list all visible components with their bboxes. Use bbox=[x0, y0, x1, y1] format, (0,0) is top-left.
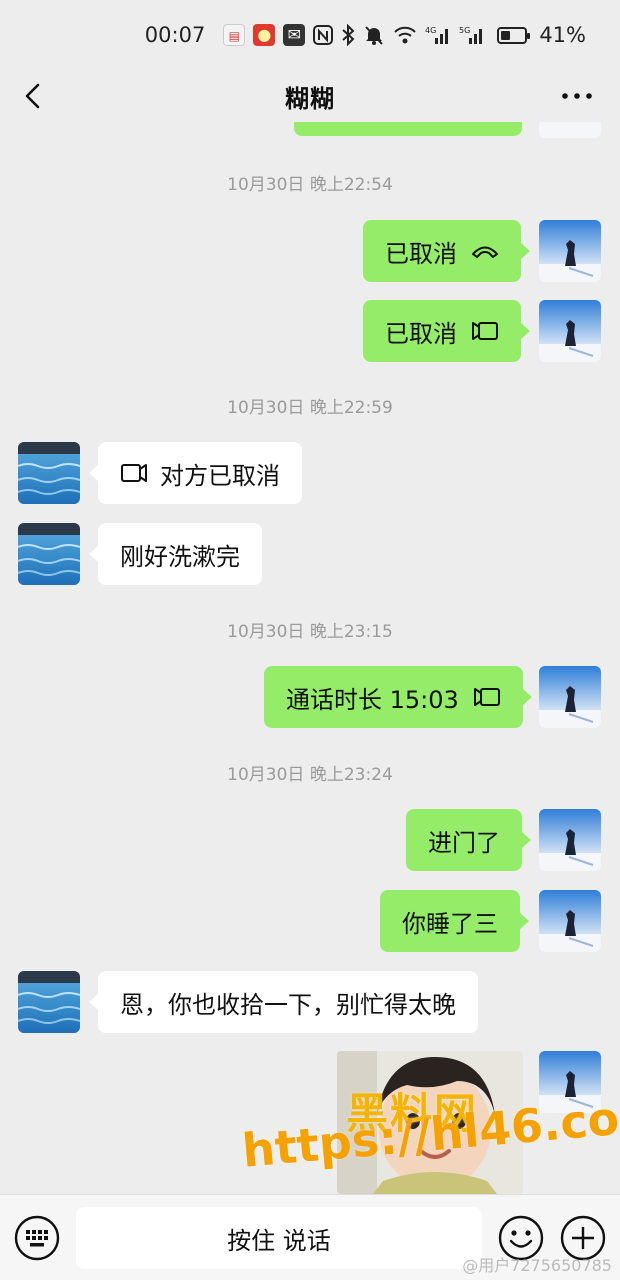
timestamp: 10月30日 晚上22:54 bbox=[227, 175, 393, 195]
voice-call-icon bbox=[472, 246, 498, 258]
signal-tag-4g: 4G bbox=[425, 26, 436, 35]
chat-header: 糊糊 bbox=[0, 70, 620, 122]
avatar-me bbox=[539, 122, 601, 138]
message-text: 刚好洗漱完 bbox=[120, 542, 240, 571]
bluetooth-icon bbox=[341, 23, 355, 47]
more-dots-icon[interactable] bbox=[560, 82, 594, 110]
message-bubble-partial bbox=[294, 122, 522, 136]
hold-to-talk-button[interactable]: 按住 说话 bbox=[76, 1207, 482, 1269]
avatar-contact[interactable] bbox=[18, 523, 80, 585]
call-message-bubble[interactable]: 已取消 bbox=[363, 220, 530, 282]
timestamp: 10月30日 晚上23:24 bbox=[227, 765, 393, 785]
video-call-icon bbox=[472, 322, 498, 340]
message-text: 通话时长 15:03 bbox=[286, 685, 459, 714]
status-time: 00:07 bbox=[144, 23, 206, 47]
avatar-me bbox=[539, 666, 601, 728]
timestamp: 10月30日 晚上23:15 bbox=[227, 622, 393, 642]
status-bar: 00:07 ▤ ● ✉ 4G 5G 41% bbox=[0, 0, 620, 70]
avatar-contact[interactable] bbox=[18, 442, 80, 504]
message-text: 对方已取消 bbox=[160, 461, 280, 490]
text-message-bubble[interactable]: 刚好洗漱完 bbox=[89, 523, 262, 585]
signal-icon: 4G bbox=[425, 24, 451, 46]
avatar-me bbox=[539, 220, 601, 282]
avatar-me bbox=[539, 809, 601, 871]
avatar-contact[interactable] bbox=[18, 971, 80, 1033]
avatar-me bbox=[539, 890, 601, 952]
avatar-me bbox=[539, 300, 601, 362]
credit-text: @用户7275650785 bbox=[462, 1256, 612, 1275]
battery-fill bbox=[501, 30, 511, 40]
message-text: 恩，你也收拾一下，别忙得太晚 bbox=[120, 990, 456, 1019]
chat-title: 糊糊 bbox=[285, 84, 335, 113]
nfc-icon bbox=[313, 24, 334, 46]
avatar-me bbox=[539, 1051, 601, 1113]
signal-icon: 5G bbox=[459, 24, 485, 46]
message-text: 已取消 bbox=[385, 239, 457, 268]
app-notification-icon: ● bbox=[253, 24, 276, 46]
call-message-bubble[interactable]: 通话时长 15:03 bbox=[264, 666, 532, 728]
video-call-icon bbox=[121, 464, 147, 482]
call-message-bubble[interactable]: 对方已取消 bbox=[89, 442, 302, 504]
message-text: 进门了 bbox=[428, 828, 500, 857]
message-list: 10月30日 晚上22:54 已取消 已取消 10月30日 晚上22:59 对方… bbox=[0, 122, 620, 1194]
input-bar: 按住 说话 @用户7275650785 bbox=[0, 1194, 620, 1280]
app-notification-icon: ▤ bbox=[223, 24, 246, 46]
battery-percent: 41% bbox=[539, 23, 586, 47]
keyboard-icon[interactable] bbox=[14, 1215, 60, 1261]
message-text: 你睡了三 bbox=[402, 909, 498, 938]
wifi-icon bbox=[393, 24, 417, 46]
signal-tag-5g: 5G bbox=[459, 26, 470, 35]
text-message-bubble[interactable]: 恩，你也收拾一下，别忙得太晚 bbox=[89, 971, 478, 1033]
chevron-left-icon[interactable] bbox=[18, 80, 50, 112]
mute-icon bbox=[363, 24, 385, 46]
battery-icon bbox=[497, 26, 531, 44]
toddler-sticker-image[interactable] bbox=[337, 1051, 523, 1194]
call-message-bubble[interactable]: 已取消 bbox=[363, 300, 530, 362]
message-text: 已取消 bbox=[385, 319, 457, 348]
mail-icon: ✉ bbox=[283, 24, 306, 46]
text-message-bubble[interactable]: 你睡了三 bbox=[380, 890, 529, 952]
timestamp: 10月30日 晚上22:59 bbox=[227, 398, 393, 418]
video-call-icon bbox=[473, 688, 500, 706]
text-message-bubble[interactable]: 进门了 bbox=[406, 809, 531, 871]
